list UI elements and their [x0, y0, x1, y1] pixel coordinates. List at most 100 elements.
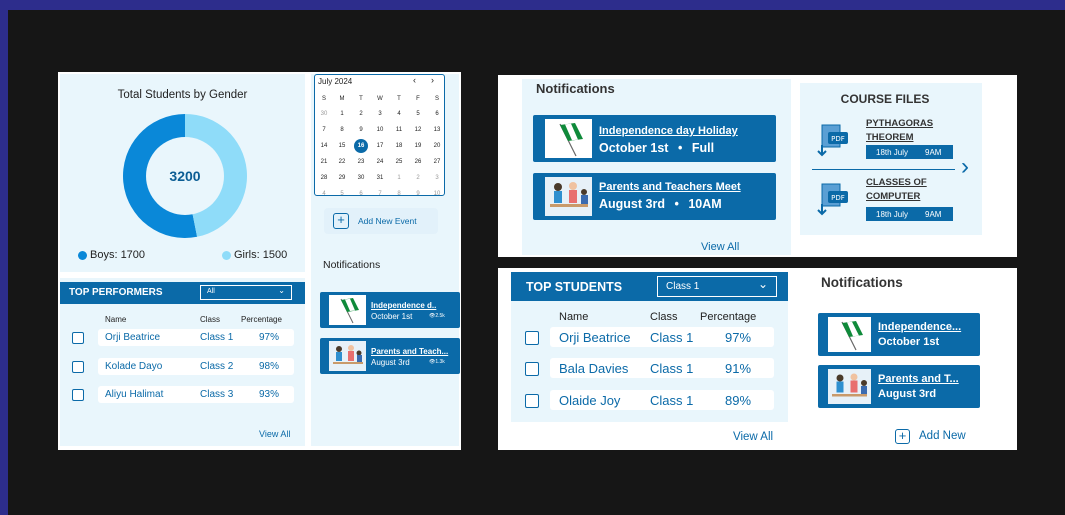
calendar-day[interactable]: 17 — [371, 143, 389, 149]
calendar-day[interactable]: 10 — [428, 191, 444, 195]
top-students-header: TOP STUDENTS Class 1 ⌄ — [511, 272, 788, 301]
boys-label: Boys: 1700 — [90, 249, 146, 261]
notification-title: Independence... — [878, 321, 962, 333]
calendar-day[interactable]: 21 — [315, 159, 333, 165]
notification-card[interactable]: Independence... October 1st — [818, 313, 980, 356]
row-checkbox[interactable] — [525, 394, 539, 408]
students-view-all-link[interactable]: View All — [733, 431, 773, 443]
calendar-day[interactable]: 8 — [333, 127, 351, 133]
calendar-day[interactable]: 8 — [390, 191, 408, 195]
calendar-day[interactable]: 9 — [409, 191, 427, 195]
performers-filter-select[interactable]: All ⌄ — [200, 285, 292, 300]
notification-card[interactable]: Independence day Holiday October 1st • F… — [533, 115, 776, 162]
notification-date: October 1st — [878, 336, 940, 348]
calendar-day[interactable]: 29 — [333, 175, 351, 181]
calendar-day[interactable]: 22 — [333, 159, 351, 165]
calendar-day[interactable]: 3 — [428, 175, 444, 181]
row-name: Aliyu Halimat — [105, 389, 164, 400]
flag-icon — [828, 317, 871, 352]
calendar-day[interactable]: 12 — [409, 127, 427, 133]
calendar-day[interactable]: 7 — [371, 191, 389, 195]
calendar-day[interactable]: 1 — [390, 175, 408, 181]
course-file-date-chip: 18th July 9AM — [866, 207, 953, 221]
calendar-day[interactable]: 7 — [315, 127, 333, 133]
row-checkbox[interactable] — [525, 362, 539, 376]
svg-text:PDF: PDF — [831, 135, 845, 143]
course-file-name-line1: CLASSES OF — [866, 177, 927, 188]
calendar-day[interactable]: 26 — [409, 159, 427, 165]
divider — [812, 169, 955, 170]
notification-card[interactable]: Independence d.. October 1st 👁2.5k — [320, 292, 460, 328]
course-file-name-line1: PYTHAGORAS — [866, 118, 934, 129]
gender-total: 3200 — [169, 168, 201, 184]
flag-icon — [329, 295, 366, 325]
calendar-day[interactable]: 24 — [371, 159, 389, 165]
row-checkbox[interactable] — [525, 331, 539, 345]
row-percentage: 98% — [259, 361, 280, 372]
notifications-view-all-link[interactable]: View All — [701, 241, 739, 253]
calendar-day[interactable]: 31 — [371, 175, 389, 181]
chevron-right-icon[interactable]: › — [961, 155, 969, 179]
row-class: Class 1 — [200, 332, 234, 343]
calendar-day[interactable]: 4 — [390, 111, 408, 117]
calendar-day[interactable]: 1 — [333, 111, 351, 117]
row-checkbox[interactable] — [72, 361, 84, 373]
notification-card[interactable]: Parents and T... August 3rd — [818, 365, 980, 408]
calendar-day-selected[interactable]: 16 — [354, 139, 368, 153]
add-new-event-button[interactable]: + Add New Event — [324, 208, 438, 234]
top-students-title: TOP STUDENTS — [526, 280, 623, 294]
calendar-day[interactable]: 28 — [315, 175, 333, 181]
course-file-date-chip: 18th July 9AM — [866, 145, 953, 159]
performers-view-all-link[interactable]: View All — [259, 429, 290, 439]
calendar-day[interactable]: 15 — [333, 143, 351, 149]
calendar-day[interactable]: 3 — [371, 111, 389, 117]
gender-chart-title: Total Students by Gender — [117, 89, 248, 101]
calendar-day[interactable]: 14 — [315, 143, 333, 149]
calendar-day[interactable]: 25 — [390, 159, 408, 165]
row-name: Kolade Dayo — [105, 361, 163, 372]
course-file-time: 9AM — [925, 210, 942, 219]
calendar-day[interactable]: 5 — [409, 111, 427, 117]
calendar-day[interactable]: 27 — [428, 159, 444, 165]
calendar-weekday: S — [434, 96, 439, 102]
calendar-day[interactable]: 23 — [352, 159, 370, 165]
course-file-item[interactable]: PDF PYTHAGORAS THEOREM 18th July 9AM — [816, 117, 966, 161]
notification-title: Parents and Teach... — [371, 347, 449, 356]
calendar-day[interactable]: 20 — [428, 143, 444, 149]
calendar-weekday: S — [321, 96, 326, 102]
table-row: Aliyu Halimat Class 3 93% — [60, 385, 305, 405]
row-class: Class 2 — [200, 361, 234, 372]
calendar-day[interactable]: 18 — [390, 143, 408, 149]
calendar-day[interactable]: 5 — [333, 191, 351, 195]
row-class: Class 1 — [650, 330, 694, 345]
calendar-day[interactable]: 10 — [371, 127, 389, 133]
row-checkbox[interactable] — [72, 389, 84, 401]
students-class-select[interactable]: Class 1 ⌄ — [657, 276, 777, 297]
calendar-day[interactable]: 2 — [352, 111, 370, 117]
calendar-day[interactable]: 6 — [428, 111, 444, 117]
meeting-icon — [329, 341, 366, 371]
top-performers-title: TOP PERFORMERS — [69, 287, 163, 298]
calendar-widget: July 2024 ‹ › S M T W T F S 30 1 2 3 4 5 6 7 8 9 10 11 12 13… — [314, 74, 445, 196]
calendar-day[interactable]: 19 — [409, 143, 427, 149]
calendar-weekday: T — [397, 96, 401, 102]
girls-legend: Girls: 1500 — [222, 249, 287, 261]
calendar-day[interactable]: 4 — [315, 191, 333, 195]
calendar-day[interactable]: 6 — [352, 191, 370, 195]
girls-dot — [222, 250, 231, 260]
course-file-time: 9AM — [925, 148, 942, 157]
course-file-item[interactable]: PDF CLASSES OF COMPUTER 18th July 9AM — [816, 176, 966, 221]
notification-card[interactable]: Parents and Teachers Meet August 3rd • 1… — [533, 173, 776, 220]
calendar-day[interactable]: 30 — [352, 175, 370, 181]
calendar-day[interactable]: 13 — [428, 127, 444, 133]
add-new-button[interactable]: + Add New — [894, 428, 984, 446]
top-performers-card: TOP PERFORMERS All ⌄ Name Class Percenta… — [60, 278, 305, 446]
notification-extra: Full — [691, 141, 715, 155]
row-checkbox[interactable] — [72, 332, 84, 344]
calendar-day[interactable]: 9 — [352, 127, 370, 133]
course-file-name-line2: COMPUTER — [866, 191, 921, 202]
calendar-day[interactable]: 11 — [390, 127, 408, 133]
calendar-day[interactable]: 2 — [409, 175, 427, 181]
notification-card[interactable]: Parents and Teach... August 3rd 👁1.3k — [320, 338, 460, 374]
calendar-day[interactable]: 30 — [315, 111, 333, 117]
